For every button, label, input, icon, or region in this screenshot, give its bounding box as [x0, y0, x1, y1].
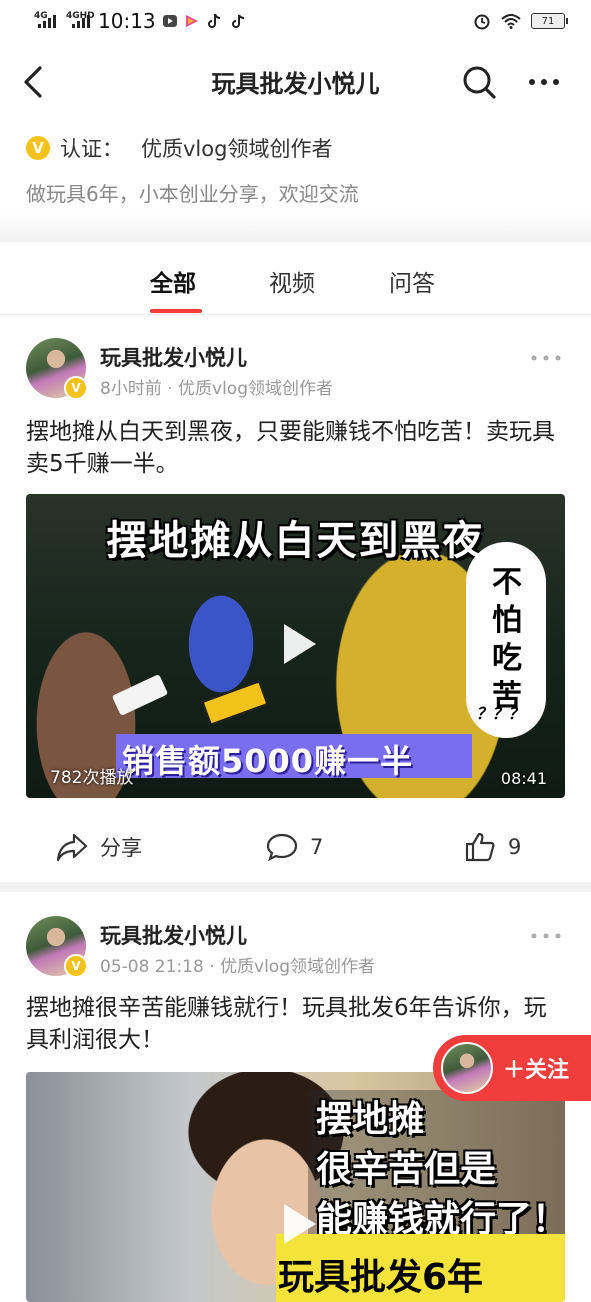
comment-button[interactable]: 7	[266, 832, 323, 862]
tab-qa[interactable]: 问答	[389, 264, 435, 298]
phone-graphic	[201, 680, 269, 726]
video-thumbnail[interactable]: 摆地摊从白天到黑夜 不怕吃苦 ？？？ 销售额5000赚一半 782次播放 08:…	[26, 494, 565, 798]
signal-icon-2	[72, 14, 90, 28]
like-button[interactable]: 9	[464, 832, 521, 862]
active-tab-indicator	[150, 309, 202, 313]
verification-row: V 认证： 优质vlog领域创作者	[26, 132, 332, 164]
verification-value: 优质vlog领域创作者	[141, 137, 333, 161]
battery-level: 71	[541, 15, 555, 27]
content-tabs: 全部 视频 问答	[0, 244, 591, 315]
video-headline-line1: 摆地摊	[316, 1099, 425, 1140]
share-icon	[56, 833, 88, 862]
post-more-icon[interactable]	[528, 926, 564, 946]
tab-video[interactable]: 视频	[269, 264, 315, 298]
page-title: 玩具批发小悦儿	[211, 70, 380, 98]
post-author[interactable]: 玩具批发小悦儿	[100, 342, 247, 372]
tiktok-icon	[208, 13, 221, 28]
verification-label: 认证：	[60, 137, 123, 161]
post-divider	[0, 882, 591, 892]
post-author[interactable]: 玩具批发小悦儿	[100, 920, 247, 950]
status-right: 71	[473, 12, 568, 30]
video-headline-line2: 很辛苦但是	[316, 1149, 497, 1190]
post-meta: 05-08 21:18 · 优质vlog领域创作者	[100, 957, 375, 977]
clock: 10:13	[98, 9, 156, 33]
player-app-icon	[186, 15, 198, 27]
follow-label: ＋关注	[503, 1058, 570, 1083]
phone-graphic	[111, 674, 169, 716]
bubble-question-marks: ？？？	[476, 704, 525, 723]
share-label: 分享	[100, 836, 142, 860]
play-count: 782次播放	[50, 768, 134, 788]
video-banner-text: 销售额5000赚一半	[122, 742, 414, 780]
post-actions: 分享 7 9	[0, 818, 591, 878]
tiktok-lite-icon	[232, 14, 245, 28]
like-count: 9	[508, 835, 522, 859]
post-more-icon[interactable]	[528, 348, 564, 368]
comment-count: 7	[310, 835, 324, 859]
section-divider	[0, 212, 591, 242]
bubble-text: 不怕吃苦	[492, 565, 522, 714]
video-thumbnail[interactable]: 摆地摊 很辛苦但是 能赚钱就行了！ 玩具批发6年	[26, 1072, 565, 1302]
top-nav: 玩具批发小悦儿	[0, 44, 591, 120]
video-app-icon	[163, 15, 177, 27]
tab-all[interactable]: 全部	[150, 264, 196, 298]
post-meta: 8小时前 · 优质vlog领域创作者	[100, 379, 334, 399]
video-duration: 08:41	[500, 769, 547, 788]
verified-badge-icon: V	[26, 136, 50, 160]
verified-badge-icon: V	[64, 954, 88, 978]
feed-post: V 玩具批发小悦儿 8小时前 · 优质vlog领域创作者 摆地摊从白天到黑夜，只…	[0, 336, 591, 882]
post-text[interactable]: 摆地摊从白天到黑夜，只要能赚钱不怕吃苦！卖玩具卖5千赚一半。	[26, 416, 566, 480]
comment-icon	[266, 833, 298, 862]
play-icon[interactable]	[270, 616, 326, 672]
play-icon[interactable]	[270, 1196, 326, 1252]
profile-bio: 做玩具6年，小本创业分享，欢迎交流	[26, 182, 359, 206]
follow-button[interactable]: ＋关注	[433, 1035, 591, 1101]
battery-icon: 71	[531, 13, 568, 29]
more-icon[interactable]	[524, 62, 564, 102]
signal-icon-1	[38, 14, 56, 28]
thumbs-up-icon	[465, 832, 495, 862]
status-bar: 4G 4GHD 10:13 71	[0, 0, 591, 44]
alarm-icon	[474, 14, 490, 30]
video-headline-line4: 玩具批发6年	[278, 1257, 484, 1298]
follow-avatar	[441, 1042, 493, 1094]
verified-badge-icon: V	[64, 376, 88, 400]
search-icon[interactable]	[459, 62, 499, 102]
wifi-icon	[501, 14, 521, 29]
share-button[interactable]: 分享	[56, 832, 142, 862]
